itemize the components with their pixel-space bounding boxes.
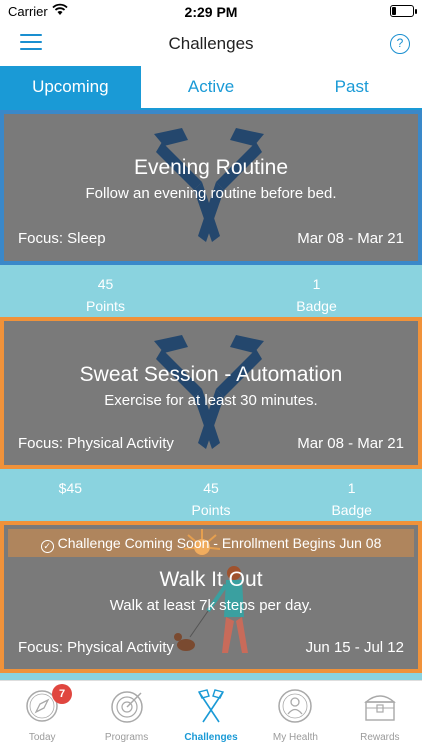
challenge-rewards: 45 Points 1 Badge	[0, 265, 422, 317]
tabbar-label: Today	[28, 732, 56, 743]
challenge-rewards: $45 45 Points 1 Badge	[0, 469, 422, 521]
challenge-dates: Mar 08 - Mar 21	[297, 230, 404, 247]
cash-value: $45	[58, 480, 83, 496]
challenge-list[interactable]: Evening Routine Follow an evening routin…	[0, 110, 422, 680]
battery-icon	[390, 5, 417, 17]
tabbar-label: My Health	[272, 732, 318, 743]
bottom-tab-bar: 7 Today Programs Challenges My Health Re…	[0, 680, 422, 750]
points-label: Points	[86, 298, 125, 314]
help-icon[interactable]: ?	[390, 34, 410, 54]
badge-value: 1	[347, 480, 356, 496]
badge-reward: 1 Badge	[281, 469, 422, 521]
tabbar-item-my-health[interactable]: My Health	[253, 681, 337, 750]
tabbar-item-rewards[interactable]: Rewards	[338, 681, 422, 750]
coming-soon-banner: ✓ Challenge Coming Soon - Enrollment Begi…	[8, 529, 414, 557]
challenge-tabs: Upcoming Active Past	[0, 66, 422, 110]
badge-label: Badge	[331, 502, 372, 518]
tab-upcoming[interactable]: Upcoming	[0, 66, 141, 108]
tab-active[interactable]: Active	[141, 66, 282, 108]
target-icon	[110, 691, 143, 723]
challenge-card-walk-it-out[interactable]: ✓ Challenge Coming Soon - Enrollment Begi…	[0, 521, 422, 673]
clock-time: 2:29 PM	[184, 4, 238, 20]
points-reward: 45 Points	[141, 469, 282, 521]
page-title: Challenges	[168, 34, 254, 53]
badge-label: Badge	[296, 298, 337, 314]
challenge-description: Walk at least 7k steps per day.	[109, 597, 313, 614]
status-bar: Carrier 2:29 PM	[0, 0, 422, 24]
flags-icon	[197, 689, 225, 723]
challenge-title: Walk It Out	[159, 568, 263, 591]
points-label: Points	[191, 502, 231, 518]
check-circle-icon: ✓	[40, 540, 54, 553]
challenge-card-evening-routine[interactable]: Evening Routine Follow an evening routin…	[0, 110, 422, 265]
challenge-focus: Focus: Sleep	[18, 230, 106, 247]
tabbar-item-challenges[interactable]: Challenges	[169, 681, 253, 750]
tabbar-item-programs[interactable]: Programs	[84, 681, 168, 750]
challenge-title: Evening Routine	[133, 156, 289, 179]
challenge-focus: Focus: Physical Activity	[18, 435, 174, 452]
challenge-dates: Jun 15 - Jul 12	[305, 639, 404, 656]
badge-reward: 1 Badge	[211, 265, 422, 317]
banner-text: Challenge Coming Soon - Enrollment Begin…	[57, 535, 382, 551]
challenge-focus: Focus: Physical Activity	[18, 639, 174, 656]
tab-past[interactable]: Past	[281, 66, 422, 108]
badge-value: 1	[312, 276, 321, 292]
challenge-description: Follow an evening routine before bed.	[85, 185, 337, 202]
points-reward: 45 Points	[0, 265, 211, 317]
tabbar-item-today[interactable]: 7 Today	[0, 681, 84, 750]
points-value: 45	[97, 276, 114, 292]
tabbar-label: Challenges	[184, 732, 238, 743]
challenge-description: Exercise for at least 30 minutes.	[104, 392, 318, 409]
notification-badge: 7	[52, 684, 72, 704]
points-value: 45	[203, 480, 219, 496]
person-icon	[278, 689, 313, 723]
challenge-dates: Mar 08 - Mar 21	[297, 435, 404, 452]
challenge-card-sweat-session[interactable]: Sweat Session - Automation Exercise for …	[0, 317, 422, 469]
navigation-bar: Challenges ?	[0, 24, 422, 66]
challenge-title: Sweat Session - Automation	[79, 363, 343, 386]
cash-reward: $45	[0, 469, 141, 521]
treasure-chest-icon	[363, 695, 396, 721]
tabbar-label: Rewards	[360, 732, 400, 743]
tabbar-label: Programs	[104, 732, 149, 743]
